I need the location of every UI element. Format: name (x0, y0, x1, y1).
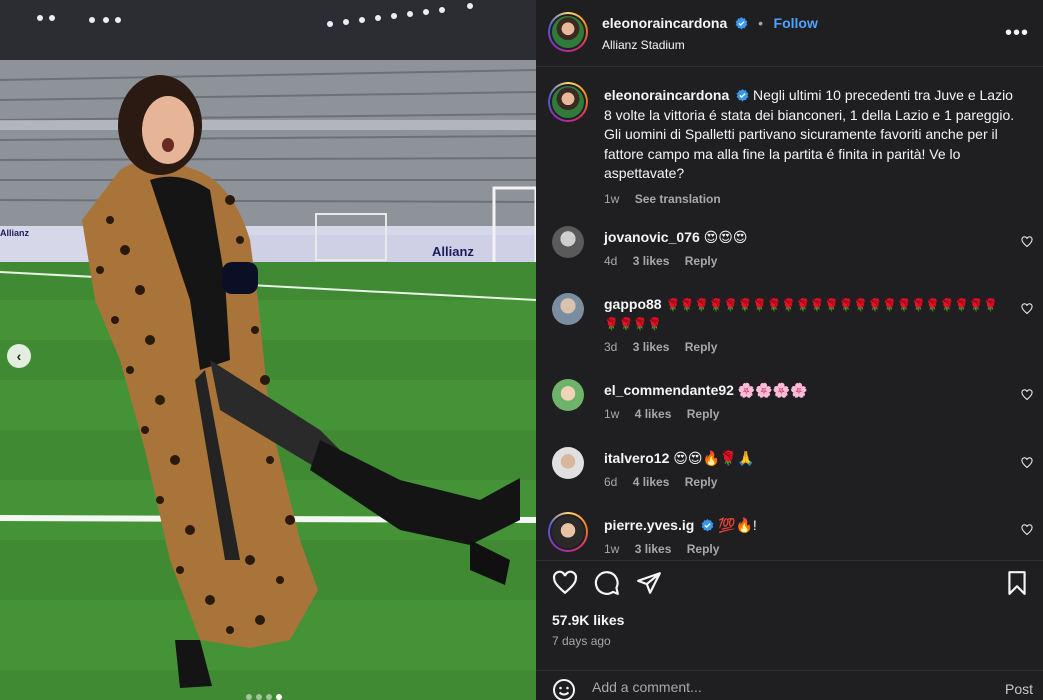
post-location[interactable]: Allianz Stadium (602, 38, 818, 52)
likes-count[interactable]: 57.9K likes (552, 612, 624, 628)
verified-badge-icon (735, 17, 748, 30)
comments-divider (536, 560, 1043, 561)
comment-time: 3d (604, 340, 618, 354)
comment-time: 6d (604, 475, 618, 489)
comment-composer: Post (536, 670, 1043, 700)
comment-time: 4d (604, 254, 618, 268)
comment-username[interactable]: el_commendante92 (604, 382, 734, 398)
reply-button[interactable]: Reply (685, 254, 718, 268)
carousel-dot-active (276, 694, 282, 700)
more-options-button[interactable]: ••• (1005, 22, 1029, 45)
verified-badge-icon (701, 519, 714, 532)
carousel-dots (246, 694, 282, 700)
comment-username[interactable]: jovanovic_076 (604, 229, 700, 245)
comment-username[interactable]: italvero12 (604, 450, 669, 466)
comment-text: 😍😍😍 (703, 229, 748, 245)
comment-text: 🌸🌸🌸🌸 (737, 382, 808, 398)
post-date[interactable]: 7 days ago (552, 634, 611, 648)
comment-like-heart-icon[interactable] (1021, 389, 1033, 401)
commenter-avatar[interactable] (548, 512, 588, 552)
carousel-dot (256, 694, 262, 700)
carousel-dot (246, 694, 252, 700)
comment-like-heart-icon[interactable] (1021, 236, 1033, 248)
commenter-avatar[interactable] (552, 447, 584, 479)
comment-username[interactable]: gappo88 (604, 296, 662, 312)
commenter-avatar[interactable] (552, 293, 584, 325)
comment-time: 1w (604, 542, 620, 556)
comment-text: 💯🔥! (718, 517, 757, 533)
comment-username[interactable]: pierre.yves.ig (604, 517, 694, 533)
add-comment-input[interactable] (592, 679, 972, 695)
comment-like-heart-icon[interactable] (1021, 457, 1033, 469)
bookmark-icon[interactable] (1004, 570, 1030, 596)
heart-icon[interactable] (552, 570, 578, 596)
stadium-scene-illustration (0, 0, 536, 700)
verified-badge-icon (736, 89, 749, 102)
caption-time: 1w (604, 191, 620, 206)
post-details-panel: eleonoraincardona • Follow Allianz Stadi… (536, 0, 1043, 700)
post-caption: eleonoraincardona Negli ultimi 10 preced… (604, 86, 1016, 209)
author-line: eleonoraincardona • Follow Allianz Stadi… (602, 15, 818, 52)
header-divider (536, 66, 1043, 67)
commenter-avatar[interactable] (552, 226, 584, 258)
comment-text: 🌹🌹🌹🌹🌹🌹🌹🌹🌹🌹🌹🌹🌹🌹🌹🌹🌹🌹🌹🌹🌹🌹🌹🌹🌹🌹🌹 (604, 298, 998, 331)
comment-likes[interactable]: 3 likes (635, 542, 672, 556)
caption-username[interactable]: eleonoraincardona (604, 87, 729, 103)
emoji-icon[interactable] (552, 678, 576, 700)
post-photo[interactable]: ‹ Allianz Allianz (0, 0, 536, 700)
action-bar (552, 570, 1032, 598)
caption-author-avatar[interactable] (548, 82, 588, 122)
carousel-dot (266, 694, 272, 700)
ad-board-right: Allianz (432, 244, 474, 259)
reply-button[interactable]: Reply (687, 542, 720, 556)
comment-like-heart-icon[interactable] (1021, 524, 1033, 536)
post-comment-button[interactable]: Post (1005, 681, 1033, 697)
commenter-avatar[interactable] (552, 379, 584, 411)
see-translation-link[interactable]: See translation (635, 192, 721, 206)
comment-likes[interactable]: 3 likes (633, 340, 670, 354)
comment-likes[interactable]: 4 likes (635, 407, 672, 421)
comment-like-heart-icon[interactable] (1021, 303, 1033, 315)
post-header: eleonoraincardona • Follow Allianz Stadi… (536, 0, 1043, 66)
follow-button[interactable]: Follow (774, 15, 818, 31)
share-icon[interactable] (636, 570, 662, 596)
reply-button[interactable]: Reply (685, 340, 718, 354)
reply-button[interactable]: Reply (687, 407, 720, 421)
ad-board-left: Allianz (0, 228, 30, 238)
author-username[interactable]: eleonoraincardona (602, 15, 727, 31)
author-avatar[interactable] (548, 12, 588, 52)
carousel-prev-button[interactable]: ‹ (7, 344, 31, 368)
separator-dot: • (758, 15, 764, 31)
reply-button[interactable]: Reply (685, 475, 718, 489)
comment-likes[interactable]: 4 likes (633, 475, 670, 489)
comment-text: 😍😍🔥🌹🙏 (673, 450, 755, 466)
comment-icon[interactable] (594, 570, 620, 596)
comment-time: 1w (604, 407, 620, 421)
caption-meta: 1w See translation (604, 190, 1016, 210)
comment-likes[interactable]: 3 likes (633, 254, 670, 268)
